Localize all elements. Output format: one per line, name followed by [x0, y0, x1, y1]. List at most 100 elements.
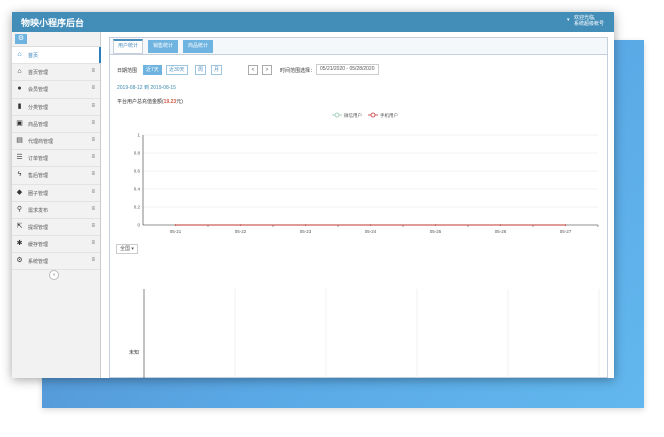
user-menu[interactable]: ▾ 欢迎光临, 系统超级帐号 [567, 15, 604, 27]
y-tick-label: 0.4 [134, 187, 141, 192]
data-point [434, 224, 437, 226]
sidebar: ⚙ ⌂ 首页 ⌂ 首页管理 ≡ ● 会员管理 ≡ ▮ 分类管理 ≡ ▣ 商品管理 ≡ ▤ 代理商管理 ≡ ☰ 订单管… [12, 32, 101, 378]
expand-menu-icon: ≡ [91, 171, 95, 178]
expand-menu-icon: ≡ [91, 68, 95, 75]
region-value: 全国 [120, 246, 131, 252]
expand-menu-icon: ≡ [91, 154, 95, 161]
last-30-days-button[interactable]: 近30天 [166, 65, 188, 75]
week-button[interactable]: 周 [195, 65, 207, 75]
legend-label: 手机用户 [380, 112, 398, 119]
comments-icon: ◆ [16, 188, 23, 196]
tab-product-stats[interactable]: 商品统计 [183, 40, 214, 53]
user-stats-panel: 日期范围 近7天 近30天 周 月 < > 时间范围选择： 05/21/2020… [109, 53, 608, 378]
expand-menu-icon: ≡ [91, 119, 95, 126]
top-navbar: 物映小程序后台 ▾ 欢迎光临, 系统超级帐号 [12, 12, 614, 32]
home-icon: ⌂ [17, 68, 22, 76]
y-tick-label: 0.2 [134, 205, 141, 210]
legend-label: 微信用户 [344, 112, 362, 119]
sidebar-item-label: 售后管理 [28, 173, 49, 180]
x-tick-label: 05-23 [300, 229, 312, 234]
sidebar-item-label: 首页管理 [28, 70, 49, 77]
bolt-icon: ϟ [17, 171, 22, 179]
list-icon: ☰ [16, 154, 23, 162]
app-title: 物映小程序后台 [21, 18, 85, 28]
y-tick-label: 0.8 [134, 151, 141, 156]
sidebar-item-11[interactable]: ✱ 缓存管理 ≡ [12, 236, 100, 254]
data-point [174, 224, 177, 226]
sidebar-item-label: 圈子管理 [28, 190, 49, 197]
x-tick-label: 05-27 [560, 229, 572, 234]
main-content: 用户统计 销售统计 商品统计 日期范围 近7天 近30天 周 月 < > 时间范… [101, 32, 614, 378]
data-point [564, 224, 567, 226]
prev-range-button[interactable]: < [248, 65, 258, 75]
date-span: 2019-08-12 到 2019-08-15 [117, 84, 176, 91]
month-button[interactable]: 月 [211, 65, 223, 75]
user-account: 系统超级帐号 [573, 21, 604, 27]
sidebar-menu: ⌂ 首页 ⌂ 首页管理 ≡ ● 会员管理 ≡ ▮ 分类管理 ≡ ▣ 商品管理 ≡ ▤ 代理商管理 ≡ ☰ 订单管理 ≡… [12, 47, 101, 271]
search-icon: ⚲ [16, 205, 23, 213]
sidebar-item-label: 首页 [28, 53, 39, 59]
settings-icon[interactable]: ⚙ [15, 34, 27, 44]
time-range-input[interactable]: 05/21/2020 - 05/28/2020 [316, 64, 379, 75]
sidebar-item-1[interactable]: ⌂ 首页管理 ≡ [12, 64, 100, 82]
expand-menu-icon: ≡ [91, 222, 95, 229]
sidebar-item-9[interactable]: ⚲ 需求发布 ≡ [12, 202, 100, 219]
user-line-chart: 微信用户 手机用户 0 0.2 0.4 0.6 0.8 1 05-21 05-22 05-23 05-… [134, 112, 599, 234]
sidebar-item-6[interactable]: ☰ 订单管理 ≡ [12, 150, 100, 168]
x-tick-label: 05-24 [365, 229, 377, 234]
expand-menu-icon: ≡ [91, 257, 95, 264]
bookmark-icon: ▮ [17, 102, 22, 110]
briefcase-icon: ▤ [16, 136, 23, 144]
expand-menu-icon: ≡ [91, 240, 95, 247]
tab-user-stats[interactable]: 用户统计 [113, 39, 144, 54]
collapse-icon[interactable]: « [49, 270, 59, 280]
sidebar-item-2[interactable]: ● 会员管理 ≡ [12, 81, 100, 99]
sidebar-item-label: 代理商管理 [28, 138, 54, 145]
app-window: 物映小程序后台 ▾ 欢迎光临, 系统超级帐号 ⚙ ⌂ 首页 ⌂ 首页管理 ≡ ● 会员管理 ≡… [12, 12, 614, 378]
sidebar-item-12[interactable]: ⚙ 系统管理 ≡ [12, 253, 100, 271]
expand-menu-icon: ≡ [91, 205, 95, 212]
caret-icon: ▾ [566, 17, 570, 23]
tab-sales-stats[interactable]: 销售统计 [148, 40, 179, 53]
y-tick-label: 0.6 [134, 169, 141, 174]
expand-menu-icon: ≡ [91, 136, 95, 143]
sidebar-item-8[interactable]: ◆ 圈子管理 ≡ [12, 185, 100, 202]
date-from: 2019-08-12 [117, 85, 143, 91]
last-7-days-button[interactable]: 近7天 [143, 65, 162, 75]
legend-marker [370, 112, 376, 118]
sidebar-item-label: 分类管理 [28, 104, 49, 111]
y-tick-label: 1 [137, 133, 140, 138]
data-point [304, 224, 307, 226]
sidebar-item-10[interactable]: ⇱ 提现管理 ≡ [12, 219, 100, 237]
expand-menu-icon: ≡ [91, 188, 95, 195]
sidebar-item-label: 缓存管理 [28, 242, 49, 249]
sidebar-item-0[interactable]: ⌂ 首页 [12, 47, 101, 65]
x-tick-label: 05-21 [170, 229, 182, 234]
sidebar-item-3[interactable]: ▮ 分类管理 ≡ [12, 99, 100, 116]
sidebar-item-label: 需求发布 [28, 207, 49, 214]
gift-icon: ▣ [16, 119, 23, 127]
asterisk-icon: ✱ [16, 240, 23, 248]
sidebar-item-label: 商品管理 [28, 121, 49, 128]
region-select[interactable]: 全国 ▾ [116, 244, 138, 254]
data-point [369, 224, 372, 226]
sidebar-item-7[interactable]: ϟ 售后管理 ≡ [12, 167, 100, 185]
legend-marker [334, 112, 340, 118]
map-category-label: 未知 [129, 349, 139, 356]
x-tick-label: 05-22 [235, 229, 247, 234]
next-range-button[interactable]: > [262, 65, 272, 75]
date-to: 2019-08-15 [150, 85, 176, 91]
sidebar-item-label: 系统管理 [28, 259, 49, 266]
sidebar-item-5[interactable]: ▤ 代理商管理 ≡ [12, 133, 100, 151]
date-range-label: 日期范围 [117, 68, 138, 74]
y-tick-label: 0 [137, 223, 140, 228]
data-point [499, 224, 502, 226]
sidebar-item-4[interactable]: ▣ 商品管理 ≡ [12, 116, 100, 133]
user-icon: ● [17, 85, 22, 93]
region-chart: 未知 [129, 289, 600, 378]
expand-menu-icon: ≡ [91, 102, 95, 109]
sidebar-item-label: 提现管理 [28, 224, 49, 231]
x-tick-label: 05-26 [495, 229, 507, 234]
sidebar-item-label: 订单管理 [28, 156, 49, 163]
data-point [239, 224, 242, 226]
